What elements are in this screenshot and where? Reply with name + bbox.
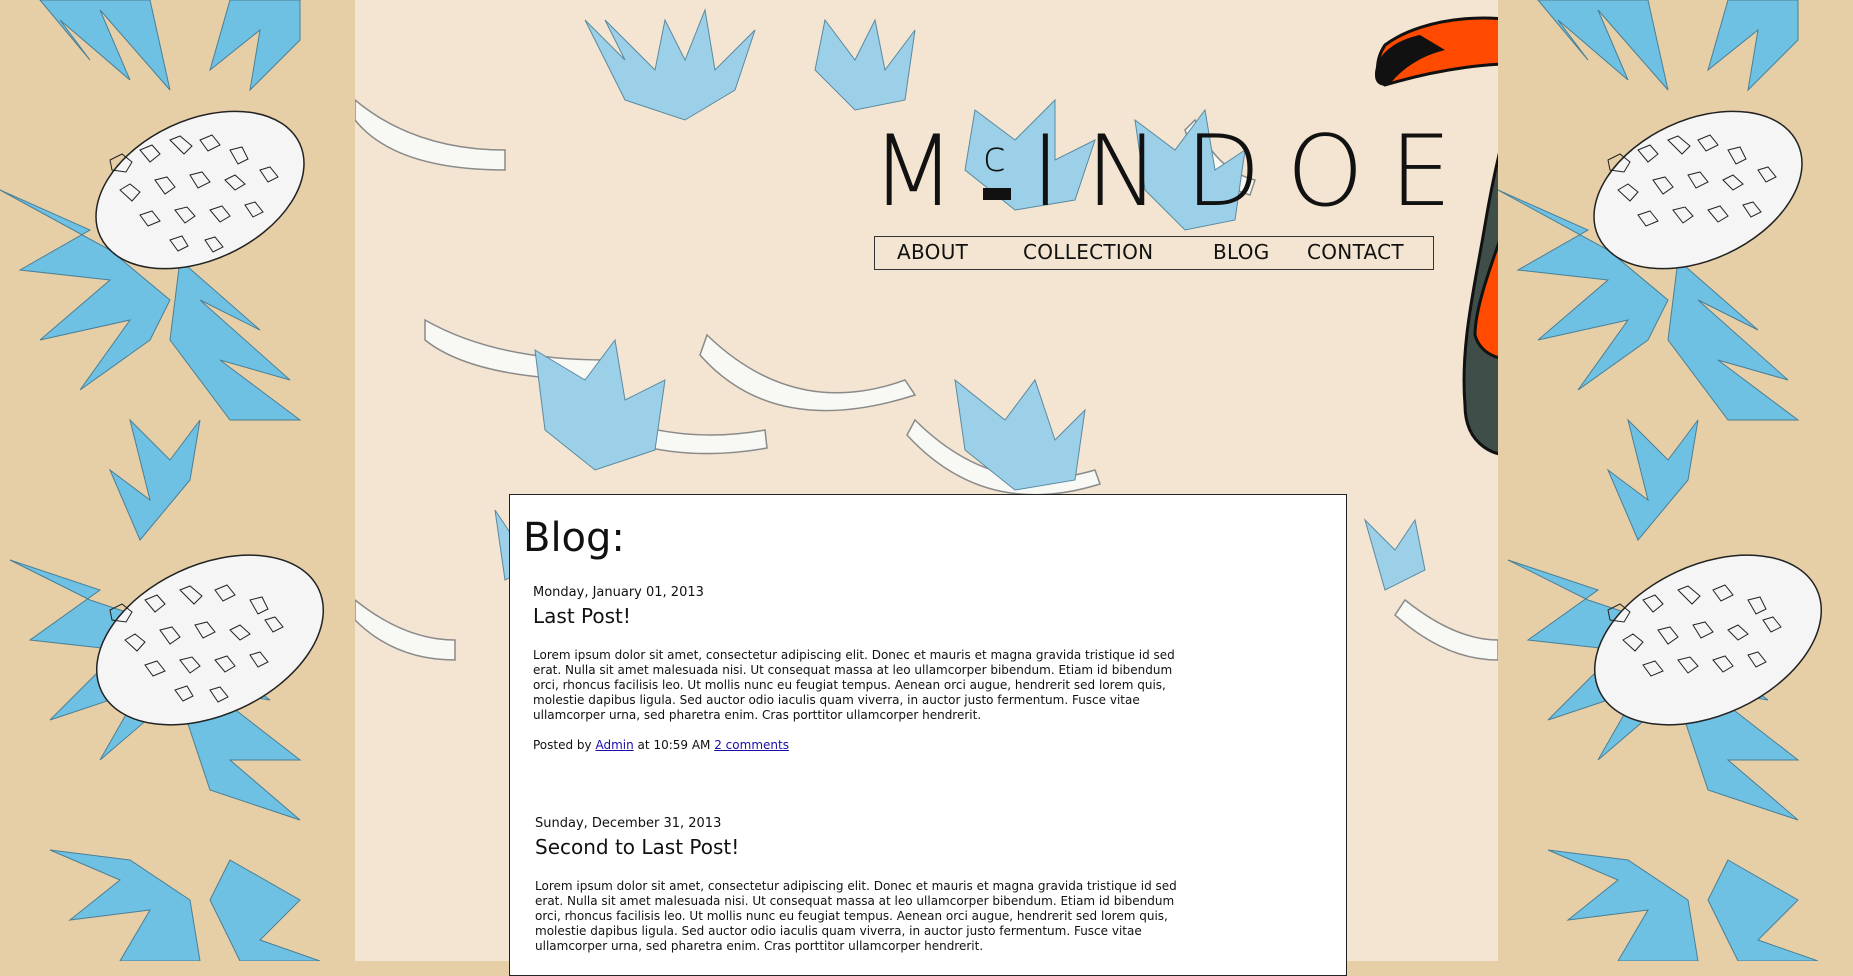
post-date: Monday, January 01, 2013 — [533, 585, 704, 600]
logo-text-indoe: INDOE — [1031, 115, 1478, 229]
nav-collection-link[interactable]: COLLECTION — [1023, 240, 1153, 264]
post-date: Sunday, December 31, 2013 — [535, 816, 722, 831]
nav-about-link[interactable]: ABOUT — [897, 240, 968, 264]
post-at-label: at — [637, 738, 650, 752]
post-body: Lorem ipsum dolor sit amet, consectetur … — [533, 648, 1175, 722]
blog-heading: Blog: — [523, 515, 625, 561]
post-title[interactable]: Second to Last Post! — [535, 835, 1185, 859]
posted-by-label: Posted by — [533, 738, 592, 752]
blog-post: Sunday, December 31, 2013 Second to Last… — [535, 816, 1185, 954]
post-comments-link[interactable]: 2 comments — [714, 738, 789, 752]
site-logo[interactable]: M c INDOE — [871, 115, 1452, 229]
main-navigation: ABOUT COLLECTION BLOG CONTACT — [874, 236, 1434, 270]
blog-content-panel: Blog: Monday, January 01, 2013 Last Post… — [509, 494, 1347, 976]
logo-underline-bar — [983, 188, 1011, 200]
post-title[interactable]: Last Post! — [533, 604, 1183, 628]
logo-letter-m: M — [871, 115, 982, 229]
post-time: 10:59 AM — [653, 738, 711, 752]
right-pineapple-pattern — [1498, 0, 1853, 961]
left-pineapple-pattern — [0, 0, 355, 961]
logo-superscript-c: c — [983, 132, 1007, 181]
nav-contact-link[interactable]: CONTACT — [1307, 240, 1404, 264]
nav-blog-link[interactable]: BLOG — [1213, 240, 1270, 264]
post-body: Lorem ipsum dolor sit amet, consectetur … — [535, 879, 1177, 953]
blog-post: Monday, January 01, 2013 Last Post! Lore… — [533, 585, 1183, 752]
post-author-link[interactable]: Admin — [595, 738, 633, 752]
post-meta: Posted by Admin at 10:59 AM 2 comments — [533, 738, 1183, 752]
